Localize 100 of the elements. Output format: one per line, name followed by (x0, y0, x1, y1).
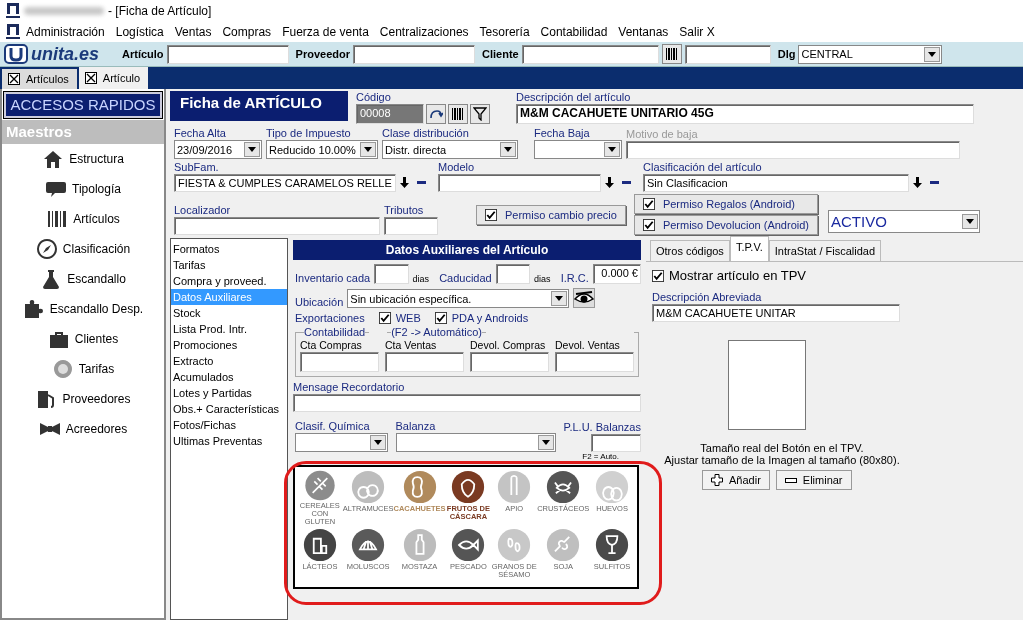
dropdown-button[interactable] (244, 142, 260, 157)
down-arrow-icon[interactable] (605, 177, 614, 188)
nav-item[interactable]: Fotos/Fichas (171, 417, 287, 433)
dropdown-button[interactable] (369, 435, 386, 450)
location-select[interactable]: Sin ubicación específica. (347, 289, 570, 308)
tab[interactable]: Otros códigos (650, 240, 730, 261)
tab[interactable]: Artículos (2, 69, 77, 89)
dropdown-button[interactable] (604, 142, 620, 157)
tax-select[interactable]: Reducido 10.00% (266, 140, 378, 159)
search-field[interactable] (353, 44, 475, 64)
nav-item[interactable]: Extracto (171, 353, 287, 369)
sidebar-item[interactable]: Acreedores (2, 414, 164, 444)
sidebar-item[interactable]: Tarifas (2, 354, 164, 384)
down-arrow-icon[interactable] (400, 177, 409, 188)
sidebar-item[interactable]: Clientes (2, 324, 164, 354)
close-icon[interactable] (8, 73, 20, 85)
nav-item[interactable]: Lista Prod. Intr. (171, 321, 287, 337)
checkbox[interactable] (434, 312, 447, 324)
checkbox[interactable] (652, 269, 664, 282)
nav-item[interactable]: Stock (171, 305, 287, 321)
checkbox[interactable] (485, 208, 497, 221)
sidebar-item[interactable]: Escandallo (2, 264, 164, 294)
sidebar-item[interactable]: Escandallo Desp. (2, 294, 164, 324)
distribution-select[interactable]: Distr. directa (382, 140, 518, 159)
field-label: Clase distribución (382, 127, 470, 139)
menu-item[interactable]: Centralizaciones (373, 25, 474, 39)
menu-item[interactable]: Logística (109, 25, 169, 39)
permission-button[interactable]: Permiso Regalos (Android) (633, 194, 818, 214)
menu-item[interactable]: Administración (20, 25, 110, 39)
add-button[interactable]: Añadir (702, 470, 770, 490)
irc-field[interactable]: 0.000 € (592, 264, 641, 284)
nav-item[interactable]: Lotes y Partidas (171, 385, 287, 401)
dropdown-button[interactable] (537, 435, 554, 450)
short-description-field[interactable]: M&M CACAHUETE UNITAR (652, 304, 900, 322)
checkbox-option[interactable]: Mostrar artículo en TPV (652, 268, 807, 283)
nav-item[interactable]: Obs.+ Características (171, 401, 287, 417)
refresh-button[interactable] (426, 104, 446, 124)
account-field[interactable] (300, 352, 379, 372)
menu-item[interactable]: Ventas (168, 25, 217, 39)
status-select[interactable]: ACTIVO (828, 210, 980, 233)
eye-icon[interactable] (573, 288, 596, 308)
checkbox[interactable] (642, 198, 655, 210)
sidebar-item[interactable]: Proveedores (2, 384, 164, 414)
taxes-field[interactable] (384, 217, 438, 235)
menu-item[interactable]: Ventanas (612, 25, 674, 39)
barcode-button[interactable] (448, 104, 468, 124)
checkbox-option[interactable]: WEB (378, 312, 421, 324)
dropdown-button[interactable] (500, 142, 516, 157)
dropdown-button[interactable] (360, 142, 376, 157)
search-field[interactable] (521, 44, 659, 64)
filter-button[interactable] (470, 104, 490, 124)
dropdown-button[interactable] (962, 214, 978, 229)
dropdown-button[interactable] (551, 291, 568, 306)
locator-field[interactable] (174, 217, 380, 235)
subfamily-field[interactable]: FIESTA & CUMPLES CARAMELOS RELLE (174, 174, 396, 192)
permission-button[interactable]: Permiso Devolucion (Android) (633, 215, 818, 235)
plu-field[interactable] (591, 434, 641, 452)
days-field[interactable] (374, 264, 409, 284)
tab[interactable]: T.P.V. (729, 236, 769, 261)
days-field[interactable] (495, 264, 531, 284)
tab[interactable]: IntraStat / Fiscalidad (768, 240, 882, 261)
menu-item[interactable]: Fuerza de venta (276, 25, 374, 39)
dlg-select[interactable]: CENTRAL (798, 44, 943, 64)
remove-button[interactable]: Eliminar (775, 470, 852, 490)
checkbox[interactable] (378, 312, 391, 324)
menu-item[interactable]: Tesorería (473, 25, 535, 39)
nav-item[interactable]: Promociones (171, 337, 287, 353)
menu-item[interactable]: Compras (216, 25, 277, 39)
checkbox-option[interactable]: PDA y Androids (434, 312, 529, 324)
down-arrow-icon[interactable] (913, 177, 922, 188)
sidebar-item[interactable]: Clasificación (2, 234, 164, 264)
menu-item[interactable]: Salir X (673, 25, 720, 39)
dropdown-button[interactable] (924, 46, 941, 62)
reminder-field[interactable] (293, 394, 641, 412)
description-field[interactable]: M&M CACAHUETE UNITARIO 45G (516, 104, 974, 124)
date-select[interactable]: 23/09/2016 (174, 140, 262, 159)
tab[interactable]: Artículo (78, 67, 149, 89)
account-field[interactable] (470, 352, 549, 372)
checkbox[interactable] (642, 219, 655, 231)
classification-field[interactable]: Sin Clasificacion (643, 174, 909, 192)
account-field[interactable] (555, 352, 634, 372)
reason-field[interactable] (626, 141, 960, 159)
nav-item[interactable]: Ultimas Preventas (171, 433, 287, 449)
sidebar-item[interactable]: Tipología (2, 174, 164, 204)
account-field[interactable] (385, 352, 464, 372)
permission-button[interactable]: Permiso cambio precio (476, 204, 626, 225)
model-field[interactable] (438, 174, 601, 192)
code-field[interactable]: 00008 (356, 104, 424, 124)
form-title: Ficha de ARTÍCULO (170, 91, 348, 121)
sidebar-item[interactable]: Estructura (2, 144, 164, 174)
nav-item[interactable]: Compra y proveed. (171, 273, 287, 289)
menu-item[interactable]: Contabilidad (534, 25, 613, 39)
nav-item[interactable]: Formatos (171, 241, 287, 257)
nav-item[interactable]: Acumulados (171, 369, 287, 385)
barcode-field[interactable] (684, 44, 771, 64)
barcode-button[interactable] (661, 44, 682, 64)
close-icon[interactable] (84, 72, 97, 84)
nav-item[interactable]: Tarifas (171, 257, 287, 273)
search-field[interactable] (166, 44, 289, 64)
sidebar-item[interactable]: Artículos (2, 204, 164, 234)
